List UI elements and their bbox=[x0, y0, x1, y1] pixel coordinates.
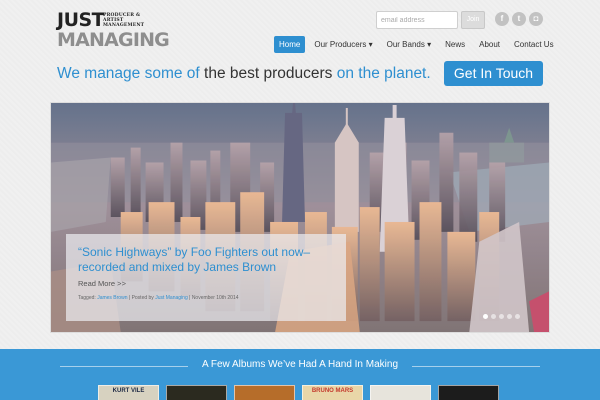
nav-item-our-producers[interactable]: Our Producers ▾ bbox=[309, 36, 377, 53]
logo-wordmark-managing: MANAGING bbox=[57, 29, 170, 51]
album-cover[interactable] bbox=[370, 385, 431, 400]
album-cover[interactable] bbox=[438, 385, 499, 400]
album-cover-text: BRUNO MARS bbox=[311, 388, 354, 394]
slide-title[interactable]: “Sonic Highways” by Foo Fighters out now… bbox=[78, 245, 334, 275]
slider-dot[interactable] bbox=[483, 314, 488, 319]
tagline-part-1: We manage some of bbox=[57, 65, 200, 82]
post-meta: Tagged: James Brown | Posted by Just Man… bbox=[78, 295, 334, 301]
slider-dot[interactable] bbox=[499, 314, 504, 319]
nav-item-about[interactable]: About bbox=[474, 36, 505, 53]
read-more-link[interactable]: Read More >> bbox=[78, 279, 334, 288]
nav-item-contact-us[interactable]: Contact Us bbox=[509, 36, 559, 53]
twitter-icon[interactable]: t bbox=[512, 12, 526, 26]
slider-pagination bbox=[483, 314, 520, 319]
slider-dot[interactable] bbox=[507, 314, 512, 319]
slide-caption: “Sonic Highways” by Foo Fighters out now… bbox=[66, 234, 346, 321]
tagline-part-2: the best producers bbox=[199, 65, 337, 82]
meta-date: | November 10th 2014 bbox=[189, 295, 239, 301]
logo-wordmark-just: JUST bbox=[57, 9, 105, 31]
meta-tag-link[interactable]: James Brown bbox=[97, 295, 127, 301]
email-input[interactable] bbox=[376, 11, 458, 29]
tagline: We manage some of the best producers on … bbox=[57, 64, 431, 84]
albums-section: A Few Albums We’ve Had A Hand In Making … bbox=[0, 349, 600, 400]
album-cover-text: KURT VILE bbox=[112, 388, 145, 394]
albums-heading: A Few Albums We’ve Had A Hand In Making bbox=[201, 359, 399, 370]
logo-subtitle: PRODUCER & ARTIST MANAGEMENT bbox=[103, 13, 145, 28]
hero-slider[interactable]: “Sonic Highways” by Foo Fighters out now… bbox=[50, 102, 550, 333]
divider-line bbox=[412, 366, 540, 367]
site-logo[interactable]: JUST PRODUCER & ARTIST MANAGEMENT MANAGI… bbox=[57, 9, 170, 51]
album-cover[interactable]: BRUNO MARS bbox=[302, 385, 363, 400]
tagline-part-3: on the planet. bbox=[336, 65, 431, 82]
instagram-icon[interactable]: ◘ bbox=[529, 12, 543, 26]
get-in-touch-button[interactable]: Get In Touch bbox=[444, 61, 543, 86]
main-nav: Home Our Producers ▾ Our Bands ▾ News Ab… bbox=[274, 36, 563, 53]
facebook-icon[interactable]: f bbox=[495, 12, 509, 26]
album-cover[interactable] bbox=[166, 385, 227, 400]
nav-item-news[interactable]: News bbox=[440, 36, 470, 53]
meta-posted-label: | Posted by bbox=[128, 295, 154, 301]
join-button[interactable]: Join bbox=[461, 11, 485, 29]
album-cover[interactable] bbox=[234, 385, 295, 400]
slider-dot[interactable] bbox=[515, 314, 520, 319]
slider-dot[interactable] bbox=[491, 314, 496, 319]
nav-item-our-bands[interactable]: Our Bands ▾ bbox=[382, 36, 436, 53]
nav-item-home[interactable]: Home bbox=[274, 36, 306, 53]
album-cover[interactable]: KURT VILE bbox=[98, 385, 159, 400]
meta-author-link[interactable]: Just Managing bbox=[155, 295, 188, 301]
meta-tagged-label: Tagged: bbox=[78, 295, 96, 301]
